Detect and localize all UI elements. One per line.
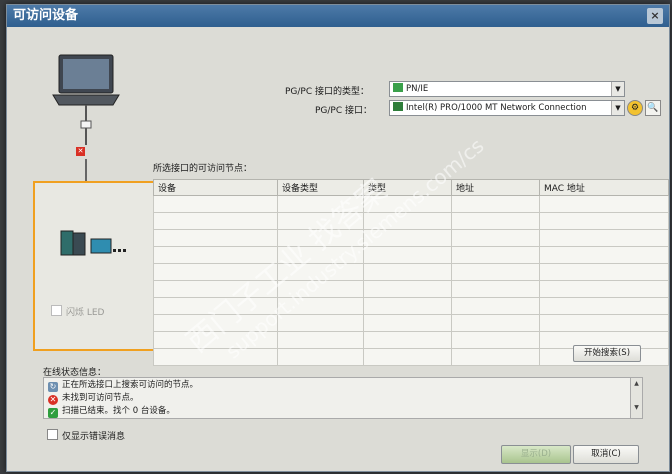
title-bar: 可访问设备 × [7, 5, 669, 27]
status-scrollbar[interactable]: ▲ ▼ [630, 378, 642, 418]
table-cell [153, 195, 278, 213]
table-cell [539, 314, 669, 332]
interface-label: PG/PC 接口： [315, 106, 373, 116]
diagnostics-icon[interactable]: 🔍 [645, 100, 661, 116]
interface-value: Intel(R) PRO/1000 MT Network Connection [406, 103, 587, 113]
network-line [85, 159, 87, 183]
cancel-button[interactable]: 取消(C) [573, 445, 639, 464]
interface-select[interactable]: Intel(R) PRO/1000 MT Network Connection … [389, 100, 625, 116]
table-cell [539, 263, 669, 281]
table-cell [451, 331, 540, 349]
table-cell [539, 195, 669, 213]
table-cell [451, 246, 540, 264]
start-search-button[interactable]: 开始搜索(S) [573, 345, 641, 362]
search-progress-icon: ↻ [48, 382, 58, 392]
status-row: ↻ 正在所选接口上搜索可访问的节点。 [48, 379, 198, 392]
interface-type-value: PN/IE [406, 84, 429, 94]
table-row[interactable] [153, 246, 669, 264]
dialog-title: 可访问设备 [13, 8, 79, 23]
table-cell [363, 246, 452, 264]
table-cell [451, 229, 540, 247]
table-row[interactable] [153, 229, 669, 247]
table-cell [451, 212, 540, 230]
scroll-down-icon[interactable]: ▼ [631, 402, 642, 414]
col-device[interactable]: 设备 [153, 179, 278, 196]
table-cell [539, 280, 669, 298]
chevron-down-icon[interactable]: ▼ [611, 101, 624, 115]
error-icon: ✕ [48, 395, 58, 405]
status-text: 扫描已结束。找个 0 台设备。 [62, 406, 175, 416]
table-cell [363, 331, 452, 349]
table-cell [539, 229, 669, 247]
table-cell [277, 348, 364, 366]
flash-led-checkbox[interactable]: 闪烁 LED [51, 305, 105, 318]
pg-pc-illustration [52, 54, 120, 145]
table-cell [363, 314, 452, 332]
table-cell [539, 246, 669, 264]
table-cell [363, 263, 452, 281]
table-cell [451, 297, 540, 315]
status-row: ✓ 扫描已结束。找个 0 台设备。 [48, 405, 175, 418]
accessible-devices-dialog: 可访问设备 × ✕ 闪烁 LED PG/PC 接口的类型： PN/IE ▼ PG… [6, 4, 670, 472]
table-cell [539, 212, 669, 230]
table-cell [153, 212, 278, 230]
table-cell [451, 348, 540, 366]
scroll-up-icon[interactable]: ▲ [631, 378, 642, 390]
table-cell [451, 195, 540, 213]
plc-device-icon [60, 230, 126, 256]
status-text: 未找到可访问节点。 [62, 393, 139, 403]
table-cell [539, 297, 669, 315]
connection-error-icon: ✕ [76, 147, 85, 156]
nodes-title: 所选接口的可访问节点： [153, 164, 253, 174]
table-cell [451, 280, 540, 298]
table-cell [153, 348, 278, 366]
table-cell [363, 297, 452, 315]
table-cell [451, 314, 540, 332]
col-mac-address[interactable]: MAC 地址 [539, 179, 669, 196]
connect-button[interactable]: 显示(D) [501, 445, 571, 464]
network-panel: 闪烁 LED [33, 181, 157, 351]
close-icon[interactable]: × [647, 8, 663, 24]
show-errors-checkbox[interactable]: 仅显示错误消息 [47, 429, 125, 442]
status-row: ✕ 未找到可访问节点。 [48, 392, 139, 405]
table-cell [153, 229, 278, 247]
ok-icon: ✓ [48, 408, 58, 418]
flash-led-box[interactable] [51, 305, 62, 316]
table-cell [277, 331, 364, 349]
status-log: ↻ 正在所选接口上搜索可访问的节点。 ✕ 未找到可访问节点。 ✓ 扫描已结束。找个 0… [43, 377, 643, 419]
chevron-down-icon[interactable]: ▼ [611, 82, 624, 96]
flash-led-label: 闪烁 LED [66, 308, 105, 318]
table-cell [363, 280, 452, 298]
table-row[interactable] [153, 263, 669, 281]
table-cell [451, 263, 540, 281]
interface-type-label: PG/PC 接口的类型： [285, 87, 370, 97]
col-address[interactable]: 地址 [451, 179, 540, 196]
interface-type-select[interactable]: PN/IE ▼ [389, 81, 625, 97]
show-errors-label: 仅显示错误消息 [62, 432, 126, 442]
show-errors-box[interactable] [47, 429, 58, 440]
pn-ie-icon [393, 83, 403, 92]
table-cell [363, 348, 452, 366]
properties-icon[interactable]: ⚙ [627, 100, 643, 116]
status-text: 正在所选接口上搜索可访问的节点。 [62, 380, 199, 390]
network-card-icon [393, 102, 403, 111]
